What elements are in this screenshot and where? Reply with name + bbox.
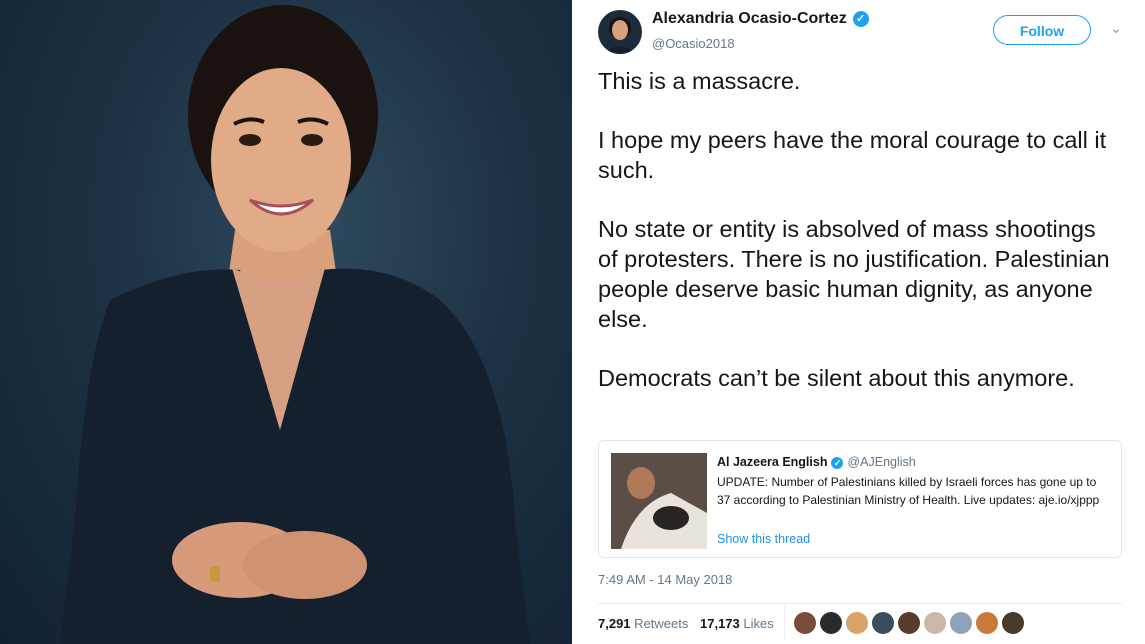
tweet-paragraph: No state or entity is absolved of mass s…	[598, 216, 1110, 332]
tweet-timestamp[interactable]: 7:49 AM - 14 May 2018	[598, 572, 732, 587]
liker-avatar[interactable]	[1002, 612, 1024, 634]
liker-avatar[interactable]	[820, 612, 842, 634]
portrait-photo	[0, 0, 572, 644]
retweets-stat[interactable]: 7,291 Retweets	[598, 616, 688, 631]
likes-stat[interactable]: 17,173 Likes	[700, 616, 774, 631]
thumbnail-image	[611, 453, 707, 549]
tweet-stats: 7,291 Retweets 17,173 Likes	[598, 616, 774, 631]
tweet-paragraph: This is a massacre.	[598, 68, 801, 94]
quoted-author-handle[interactable]: @AJEnglish	[847, 455, 915, 469]
liker-avatar[interactable]	[794, 612, 816, 634]
liker-avatar[interactable]	[872, 612, 894, 634]
quoted-tweet[interactable]: Al Jazeera English ✓ @AJEnglish UPDATE: Nu…	[598, 440, 1122, 558]
liker-avatar[interactable]	[924, 612, 946, 634]
avatar-image	[604, 17, 636, 54]
divider	[598, 603, 1122, 604]
liker-avatar[interactable]	[846, 612, 868, 634]
liker-avatar[interactable]	[898, 612, 920, 634]
verified-badge-icon: ✓	[831, 457, 844, 469]
show-thread-link[interactable]: Show this thread	[717, 532, 810, 546]
chevron-down-icon[interactable]: ⌄	[1110, 20, 1122, 37]
liker-avatar[interactable]	[950, 612, 972, 634]
quoted-author[interactable]: Al Jazeera English ✓ @AJEnglish	[717, 455, 916, 469]
retweets-count: 7,291	[598, 616, 631, 631]
tweet-card: Alexandria Ocasio-Cortez ✓ @Ocasio2018 Fo…	[572, 0, 1145, 644]
follow-button[interactable]: Follow	[993, 15, 1091, 45]
likes-count: 17,173	[700, 616, 740, 631]
stats-separator	[784, 606, 785, 640]
retweets-label: Retweets	[634, 616, 689, 631]
author-name-text[interactable]: Alexandria Ocasio-Cortez	[652, 10, 847, 27]
quoted-tweet-text: UPDATE: Number of Palestinians killed by…	[717, 475, 1100, 507]
author-avatar[interactable]	[598, 10, 642, 54]
tweet-paragraph: Democrats can’t be silent about this any…	[598, 365, 1075, 391]
verified-badge-icon: ✓	[852, 11, 869, 27]
tweet-paragraph: I hope my peers have the moral courage t…	[598, 127, 1107, 183]
author-handle[interactable]: @Ocasio2018	[652, 36, 735, 51]
author-name[interactable]: Alexandria Ocasio-Cortez ✓	[652, 10, 869, 28]
portrait-illustration	[60, 5, 530, 644]
tweet-text: This is a massacre. I hope my peers have…	[598, 66, 1118, 422]
likes-label: Likes	[743, 616, 774, 631]
liker-avatar[interactable]	[976, 612, 998, 634]
quoted-author-name[interactable]: Al Jazeera English	[717, 455, 827, 469]
liker-avatars	[794, 612, 1028, 636]
quoted-tweet-thumbnail[interactable]	[611, 453, 707, 549]
